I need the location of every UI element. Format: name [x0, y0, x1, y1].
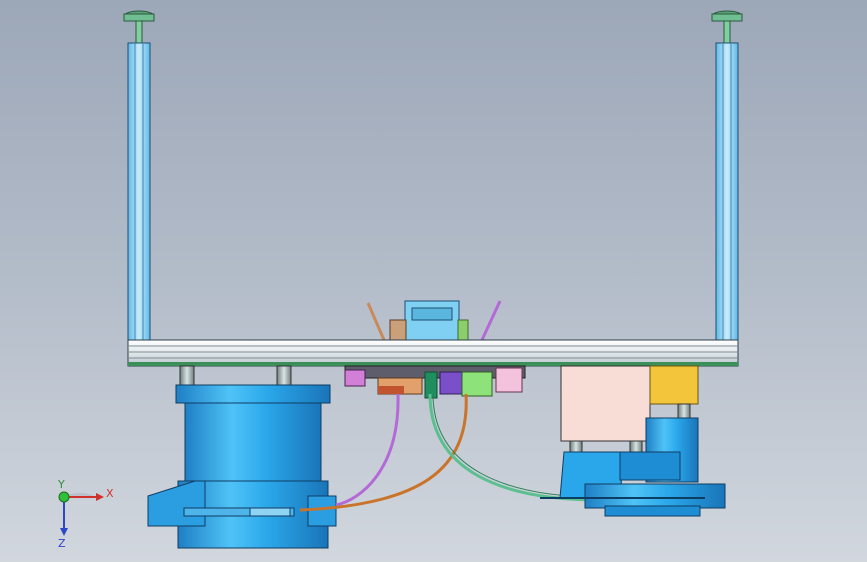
cylinder-body [184, 402, 322, 482]
right-base-plate [584, 483, 726, 509]
assembly-scene [58, 10, 743, 549]
pneumatic-tubes [299, 393, 601, 512]
horizontal-rail [127, 339, 739, 367]
cylinder-side-block [307, 495, 337, 527]
right-post-stem [723, 20, 731, 44]
cylinder-side-bracket [147, 480, 206, 527]
pink-block [560, 365, 651, 442]
right-mechanism [540, 365, 726, 517]
cad-viewport[interactable]: X Y Z [0, 0, 867, 562]
left-post-beam [127, 42, 151, 341]
right-base-foot [604, 505, 701, 517]
left-upright-post [123, 10, 155, 341]
center-under-mechanism [344, 365, 526, 399]
cylinder-top-flange [175, 384, 331, 404]
center-top-mechanism [366, 300, 502, 341]
guide-pin-left [179, 365, 195, 387]
right-upright-post [711, 10, 743, 341]
left-cylinder-assembly [147, 365, 337, 549]
right-post-cap-body [711, 13, 743, 22]
left-post-cap-body [123, 13, 155, 22]
y-axis-label: Y [58, 478, 65, 491]
right-post-beam [715, 42, 739, 341]
z-axis-label: Z [58, 537, 66, 550]
y-axis-dot-icon [58, 491, 70, 503]
x-axis-label: X [106, 487, 114, 500]
left-post-stem [135, 20, 143, 44]
guide-pin-right [276, 365, 292, 387]
tube-purple [335, 393, 400, 507]
coordinate-triad [58, 491, 104, 536]
z-axis-arrow-icon [60, 528, 68, 536]
yellow-block [649, 365, 699, 405]
x-axis-arrow-icon [96, 493, 104, 501]
